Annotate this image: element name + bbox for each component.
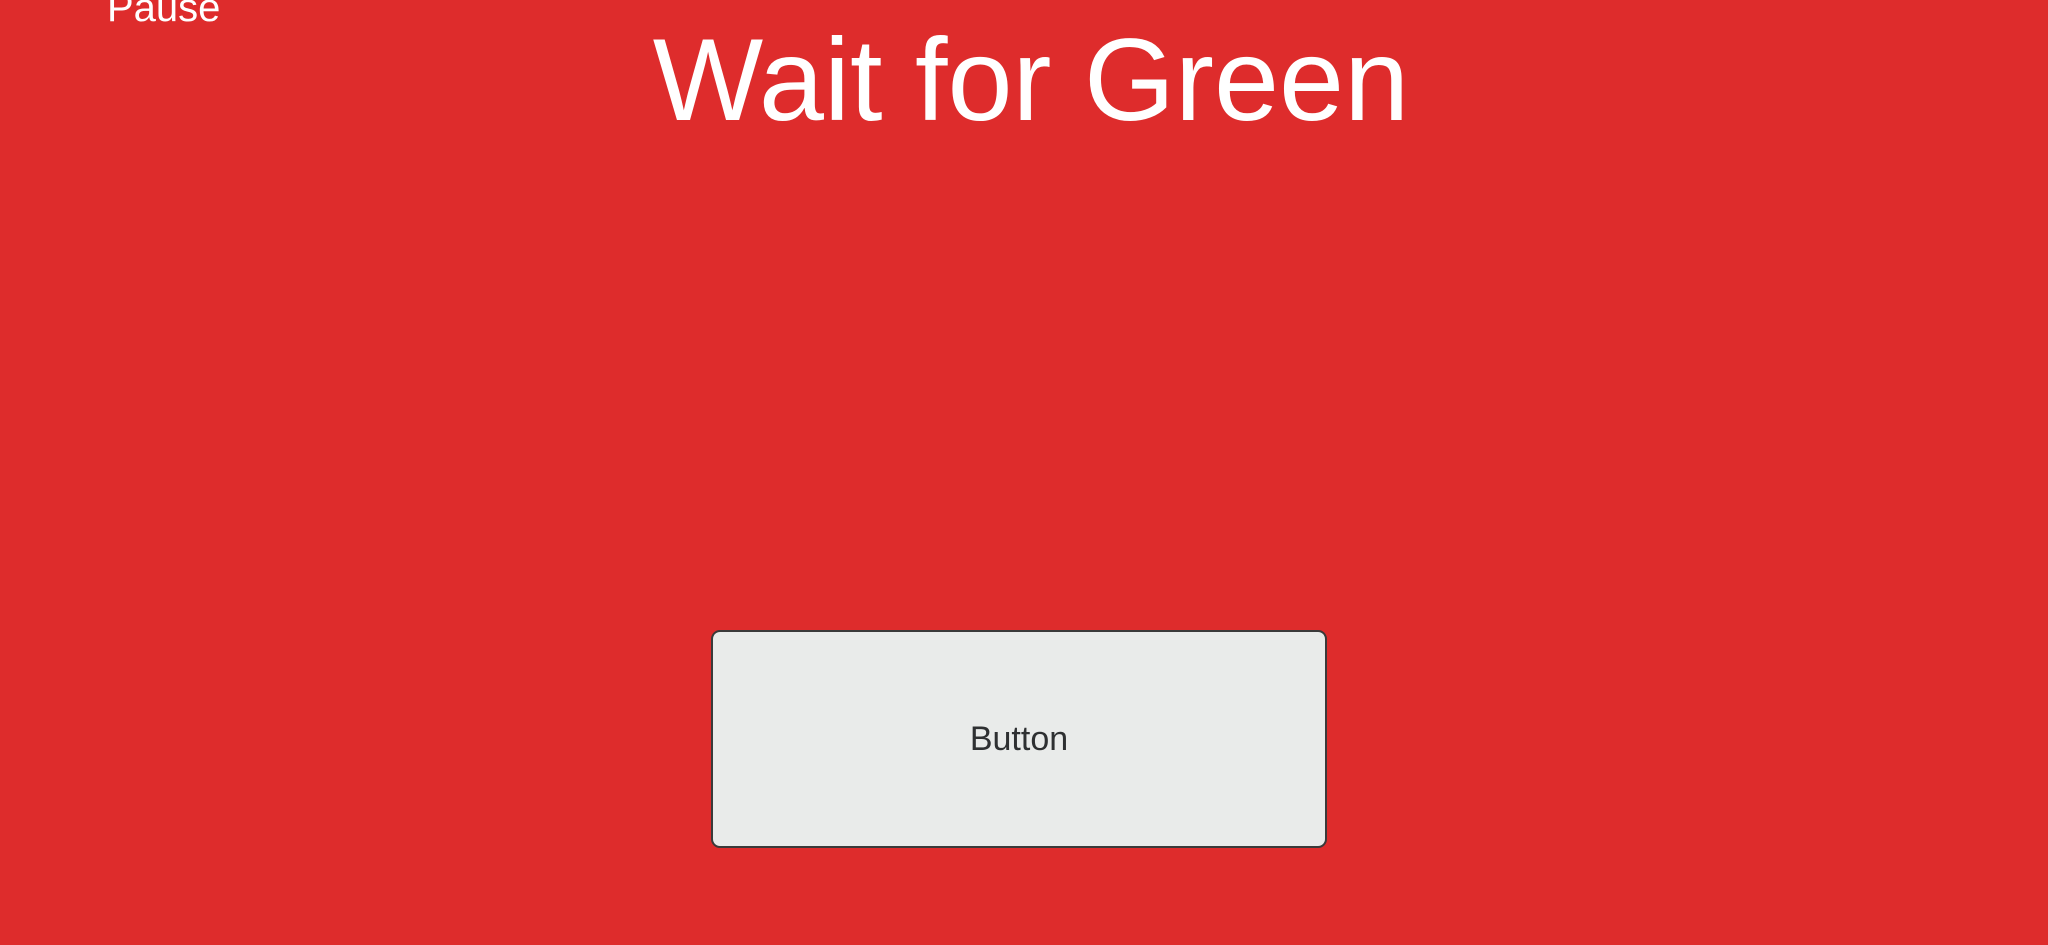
reaction-button-label: Button (969, 720, 1069, 758)
reaction-button[interactable]: Button (711, 630, 1327, 848)
game-status-title: Wait for Green (652, 14, 1410, 145)
